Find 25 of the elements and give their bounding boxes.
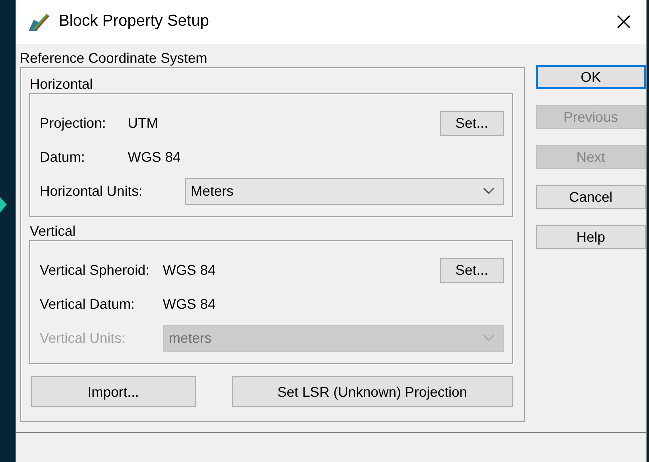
dialog-button[interactable]: Help	[536, 225, 646, 249]
field-value: UTM	[128, 115, 160, 131]
arrow-icon	[0, 197, 7, 213]
group-label: Reference Coordinate System	[20, 50, 209, 67]
group-label: Horizontal	[29, 76, 94, 93]
field-label: Vertical Units:	[40, 330, 127, 346]
dialog-button[interactable]: OK	[536, 65, 646, 89]
app-icon	[28, 12, 50, 32]
field-value: WGS 84	[128, 149, 182, 165]
group-label: Vertical	[29, 223, 77, 240]
units-dropdown[interactable]: Meters	[185, 178, 504, 204]
window-title: Block Property Setup	[59, 13, 210, 31]
import-button[interactable]: Import...	[31, 376, 196, 407]
field-label: Datum:	[40, 149, 86, 165]
field-label: Projection:	[40, 115, 108, 131]
field-value: WGS 84	[163, 296, 217, 312]
projection-button[interactable]: Set LSR (Unknown) Projection	[232, 376, 513, 407]
field-label: Vertical Datum:	[40, 296, 136, 312]
set-button[interactable]: Set...	[440, 258, 504, 282]
close-icon[interactable]	[616, 14, 632, 30]
field-value: WGS 84	[163, 262, 217, 278]
set-button[interactable]: Set...	[440, 110, 504, 136]
field-label: Horizontal Units:	[40, 183, 144, 199]
dialog-button[interactable]: Cancel	[536, 185, 646, 209]
field-label: Vertical Spheroid:	[40, 262, 151, 278]
